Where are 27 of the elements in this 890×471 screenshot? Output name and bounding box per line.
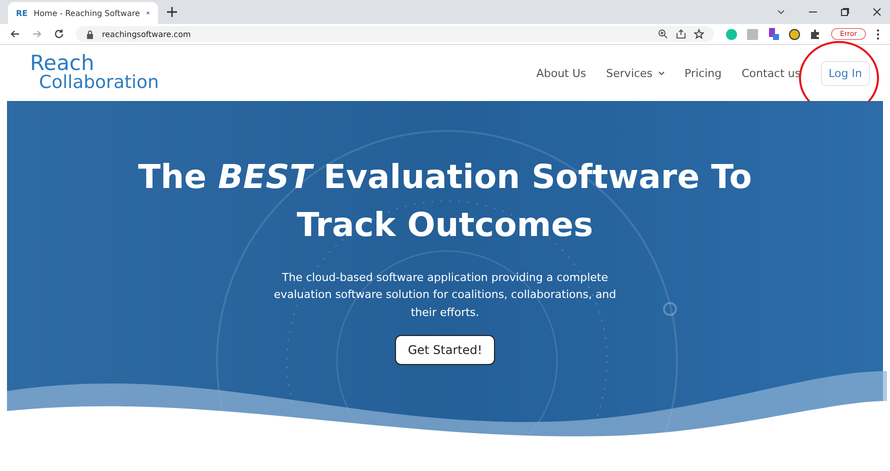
close-icon[interactable] (872, 7, 882, 17)
address-field[interactable]: reachingsoftware.com (76, 26, 714, 42)
browser-tab[interactable]: RE Home - Reaching Software (8, 2, 158, 24)
back-icon[interactable] (10, 29, 20, 39)
nav-link[interactable]: About Us (536, 66, 586, 80)
site-favicon: RE (16, 8, 28, 18)
menu-icon[interactable] (876, 28, 880, 40)
extension-icon[interactable] (788, 28, 800, 40)
extension-icon[interactable] (768, 28, 779, 40)
reload-icon[interactable] (54, 29, 64, 39)
login-button[interactable]: Log In (820, 60, 870, 86)
tab-title: Home - Reaching Software (34, 8, 140, 18)
nav-link[interactable]: Pricing (684, 66, 722, 80)
chevron-down-icon[interactable] (776, 7, 786, 17)
share-icon[interactable] (676, 29, 686, 39)
nav-link[interactable]: Services (606, 66, 665, 80)
zoom-icon[interactable] (658, 29, 668, 39)
puzzle-icon[interactable] (810, 28, 821, 40)
hero-subtitle: The cloud-based software application providing a complete evaluation software solution for coalitions, collaborations, and their efforts. (272, 270, 618, 321)
hero-title: The BEST Evaluation Software To Track Outcomes (137, 156, 753, 246)
site-logo[interactable]: Reach Collaboration (30, 54, 159, 92)
restore-icon[interactable] (840, 7, 850, 17)
get-started-button[interactable]: Get Started! (394, 335, 496, 366)
new-tab-icon[interactable] (166, 6, 178, 18)
bookmark-star-icon[interactable] (694, 29, 704, 39)
lock-icon (86, 30, 94, 38)
caret-icon (658, 70, 665, 76)
